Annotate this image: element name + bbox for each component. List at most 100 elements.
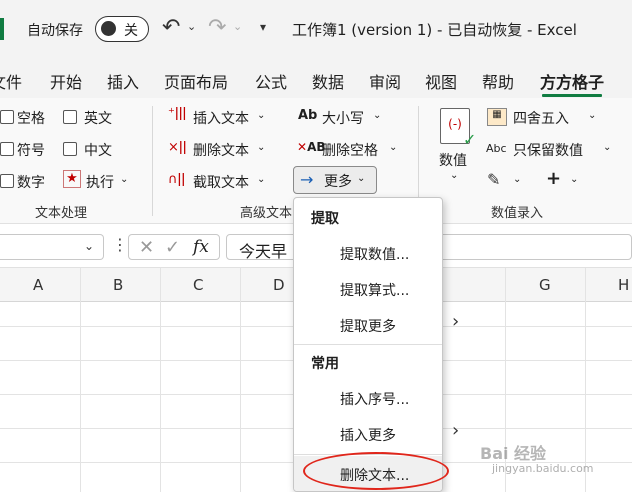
plus-icon[interactable]: + (546, 168, 561, 189)
number-check-icon: ✓ (463, 130, 477, 149)
number-dropdown-icon[interactable]: ⌄ (450, 170, 458, 181)
tab-data[interactable]: 数据 (312, 69, 344, 93)
menu-item-extract-formula[interactable]: 提取算式... (340, 280, 409, 300)
formula-bar-more-icon[interactable]: ⋮ (112, 235, 128, 254)
name-box[interactable]: ⌄ (0, 234, 104, 260)
formula-content: 今天早 (239, 242, 288, 261)
insert-text-icon: ⁺ǀǀǀ (168, 106, 187, 121)
active-tab-indicator (542, 94, 602, 97)
undo-icon[interactable]: ↶ (162, 15, 184, 41)
menu-section-extract: 提取 (311, 211, 339, 227)
menu-item-insert-sequence[interactable]: 插入序号... (340, 389, 409, 409)
case-button[interactable]: 大小写 (322, 108, 364, 128)
grid-line (240, 268, 241, 492)
tab-fangfang[interactable]: 方方格子 (540, 69, 604, 93)
execute-icon[interactable]: ★ (63, 170, 81, 188)
autosave-label: 自动保存 (27, 23, 83, 39)
case-icon: Ab (298, 108, 318, 123)
formula-buttons: ✕ ✓ fx (128, 234, 220, 260)
column-header-d[interactable]: D (273, 276, 285, 294)
number-button[interactable]: 数值 (439, 150, 467, 170)
extract-text-dropdown-icon[interactable]: ⌄ (257, 174, 265, 185)
menu-item-extract-number[interactable]: 提取数值... (340, 244, 409, 264)
tab-file[interactable]: 文件 (0, 69, 22, 93)
toggle-state-label: 关 (124, 23, 138, 39)
checkbox-number[interactable] (0, 174, 14, 188)
plus-dropdown-icon[interactable]: ⌄ (570, 174, 578, 185)
edit-chart-dropdown-icon[interactable]: ⌄ (513, 174, 521, 185)
cancel-icon[interactable]: ✕ (139, 237, 154, 258)
document-title: 工作簿1 (version 1) - 已自动恢复 - Excel (292, 21, 577, 39)
tab-formulas[interactable]: 公式 (255, 69, 287, 93)
more-dropdown-menu: 提取 提取数值... 提取算式... 提取更多 › 常用 插入序号... 插入更… (293, 197, 443, 492)
watermark-logo: Bai 经验 (480, 444, 547, 463)
tab-insert[interactable]: 插入 (107, 69, 139, 93)
checkbox-symbol[interactable] (0, 142, 14, 156)
tab-review[interactable]: 审阅 (369, 69, 401, 93)
more-dropdown-icon: ⌄ (357, 173, 366, 184)
column-header-a[interactable]: A (33, 276, 43, 294)
grid-line (80, 268, 81, 492)
more-button[interactable]: → 更多 ⌄ (293, 166, 377, 194)
execute-dropdown-icon[interactable]: ⌄ (120, 174, 128, 185)
round-button[interactable]: 四舍五入 (513, 108, 569, 128)
redo-icon[interactable]: ↷ (208, 15, 230, 41)
arrow-right-icon: → (300, 170, 314, 189)
tab-help[interactable]: 帮助 (482, 69, 514, 93)
menu-item-insert-more[interactable]: 插入更多 (340, 425, 396, 445)
keep-numbers-dropdown-icon[interactable]: ⌄ (603, 142, 611, 153)
group-separator (152, 106, 153, 216)
watermark-url: jingyan.baidu.com (492, 462, 594, 475)
group-label-advanced: 高级文本 (240, 206, 293, 221)
grid-line (160, 268, 161, 492)
delete-text-button[interactable]: 删除文本 (193, 140, 249, 160)
delete-text-icon: ×ǀǀ (168, 140, 187, 155)
checkbox-chinese-label: 中文 (84, 143, 112, 159)
column-header-b[interactable]: B (113, 276, 123, 294)
redo-dropdown-icon[interactable]: ⌄ (233, 20, 242, 33)
column-header-c[interactable]: C (193, 276, 203, 294)
tab-view[interactable]: 视图 (425, 69, 457, 93)
delete-spaces-dropdown-icon[interactable]: ⌄ (389, 142, 397, 153)
checkbox-space[interactable] (0, 110, 14, 124)
checkbox-symbol-label: 符号 (17, 143, 45, 159)
autosave-toggle[interactable]: 关 (95, 16, 149, 42)
checkbox-space-label: 空格 (17, 111, 45, 127)
more-label: 更多 (324, 174, 352, 190)
undo-dropdown-icon[interactable]: ⌄ (187, 20, 196, 33)
column-header-h[interactable]: H (618, 276, 629, 294)
menu-item-extract-more[interactable]: 提取更多 (340, 316, 396, 336)
grid-line (585, 268, 586, 492)
keep-numbers-icon: Abc (486, 142, 507, 155)
case-dropdown-icon[interactable]: ⌄ (373, 110, 381, 121)
toggle-knob (101, 21, 116, 36)
delete-text-dropdown-icon[interactable]: ⌄ (257, 142, 265, 153)
enter-icon[interactable]: ✓ (165, 237, 180, 258)
tab-home[interactable]: 开始 (50, 69, 82, 93)
customize-toolbar-icon[interactable]: ▾ (260, 20, 266, 34)
group-label-number: 数值录入 (491, 206, 544, 221)
column-header-g[interactable]: G (539, 276, 551, 294)
insert-function-button[interactable]: fx (193, 237, 209, 257)
checkbox-chinese[interactable] (63, 142, 77, 156)
extract-text-button[interactable]: 截取文本 (193, 172, 249, 192)
round-icon: ▦ (487, 108, 507, 126)
ribbon-tabs: 文件 开始 插入 页面布局 公式 数据 审阅 视图 帮助 方方格子 (0, 58, 632, 98)
checkbox-number-label: 数字 (17, 175, 45, 191)
edit-chart-icon[interactable]: ✎ (487, 170, 500, 189)
checkbox-english-label: 英文 (84, 111, 112, 127)
tab-page-layout[interactable]: 页面布局 (164, 69, 228, 93)
keep-numbers-button[interactable]: 只保留数值 (513, 140, 583, 160)
menu-section-common: 常用 (311, 356, 339, 372)
insert-text-dropdown-icon[interactable]: ⌄ (257, 110, 265, 121)
execute-button[interactable]: 执行 (86, 172, 114, 192)
checkbox-english[interactable] (63, 110, 77, 124)
round-dropdown-icon[interactable]: ⌄ (588, 110, 596, 121)
excel-logo-icon (0, 18, 4, 40)
menu-divider (294, 344, 442, 345)
name-box-dropdown-icon[interactable]: ⌄ (84, 239, 94, 253)
insert-text-button[interactable]: 插入文本 (193, 108, 249, 128)
highlight-circle (303, 452, 449, 490)
chevron-right-icon: › (452, 420, 460, 441)
delete-spaces-button[interactable]: 删除空格 (322, 140, 378, 160)
